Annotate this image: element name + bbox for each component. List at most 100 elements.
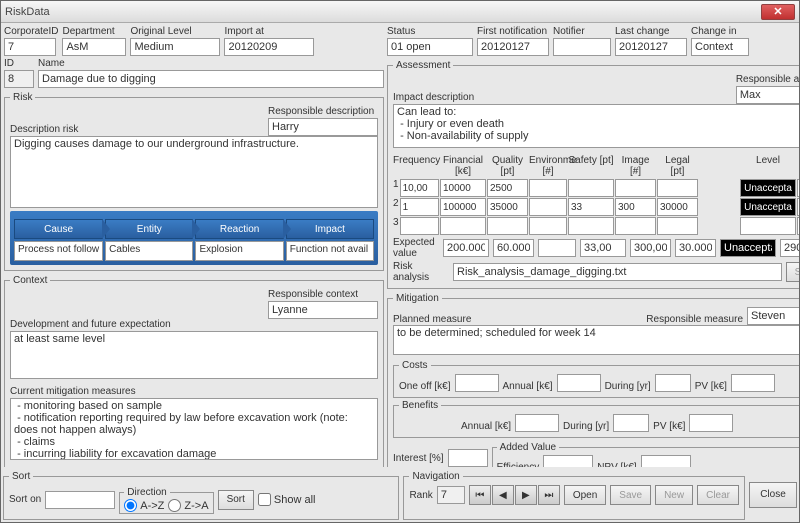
r2-mon[interactable] bbox=[797, 198, 799, 216]
cause-header: Cause bbox=[14, 219, 103, 239]
r1-legal[interactable] bbox=[657, 179, 698, 197]
r1-fin[interactable] bbox=[440, 179, 486, 197]
import-at-input[interactable] bbox=[224, 38, 314, 56]
oneoff-label: One off [k€] bbox=[399, 381, 451, 392]
radio-za[interactable]: Z->A bbox=[168, 499, 208, 512]
close-button[interactable]: Close bbox=[749, 482, 797, 508]
during-cost-input[interactable] bbox=[655, 374, 691, 392]
efficiency-input[interactable] bbox=[543, 455, 593, 467]
col-safety: Safety [pt] bbox=[568, 154, 614, 178]
nav-next-icon[interactable]: ▶ bbox=[515, 485, 537, 505]
reaction-input[interactable]: Explosion bbox=[195, 241, 283, 261]
r2-env[interactable] bbox=[529, 198, 567, 216]
desc-risk-text[interactable]: Digging causes damage to our underground… bbox=[10, 136, 378, 208]
exp-img[interactable] bbox=[630, 239, 671, 257]
pv-cost-input[interactable] bbox=[731, 374, 775, 392]
clear-button[interactable]: Clear bbox=[697, 485, 739, 505]
new-button[interactable]: New bbox=[655, 485, 693, 505]
entity-input[interactable]: Cables bbox=[105, 241, 193, 261]
exp-env[interactable] bbox=[538, 239, 576, 257]
r1-img[interactable] bbox=[615, 179, 656, 197]
dev-expect-text[interactable]: at least same level bbox=[10, 331, 378, 379]
reaction-header: Reaction bbox=[195, 219, 283, 239]
sort-on-input[interactable] bbox=[45, 491, 115, 509]
nav-prev-icon[interactable]: ◀ bbox=[492, 485, 514, 505]
original-level-input[interactable] bbox=[130, 38, 220, 56]
corporateid-input[interactable] bbox=[4, 38, 56, 56]
during-ben-input[interactable] bbox=[613, 414, 649, 432]
r3-saf[interactable] bbox=[568, 217, 614, 235]
r1-mon[interactable] bbox=[797, 179, 799, 197]
last-change-input[interactable] bbox=[615, 38, 687, 56]
annual-ben-input[interactable] bbox=[515, 414, 559, 432]
close-icon[interactable]: ✕ bbox=[761, 4, 795, 20]
annual-cost-input[interactable] bbox=[557, 374, 601, 392]
nav-last-icon[interactable]: ⏭ bbox=[538, 485, 560, 505]
interest-input[interactable] bbox=[448, 449, 488, 467]
oneoff-input[interactable] bbox=[455, 374, 499, 392]
r1-qual[interactable] bbox=[487, 179, 528, 197]
resp-assess-input[interactable] bbox=[736, 86, 799, 104]
radio-az[interactable]: A->Z bbox=[124, 499, 164, 512]
planned-measure-text[interactable]: to be determined; scheduled for week 14 bbox=[393, 325, 799, 355]
risk-analysis-input[interactable] bbox=[453, 263, 782, 281]
name-input[interactable] bbox=[38, 70, 384, 88]
impact-input[interactable]: Function not avail bbox=[286, 241, 374, 261]
r1-saf[interactable] bbox=[568, 179, 614, 197]
r1-env[interactable] bbox=[529, 179, 567, 197]
sort-group: Sort Sort on Direction A->Z Z->A Sort Sh… bbox=[3, 471, 399, 520]
department-input[interactable] bbox=[62, 38, 126, 56]
mitigation-group: Mitigation Planned measure Responsible m… bbox=[387, 293, 799, 467]
expected-value-label: Expected value bbox=[393, 237, 439, 259]
show-all-checkbox[interactable]: Show all bbox=[258, 493, 316, 506]
r2-qual[interactable] bbox=[487, 198, 528, 216]
r2-freq[interactable] bbox=[400, 198, 439, 216]
col-quality: Quality [pt] bbox=[487, 154, 528, 178]
exp-qual[interactable] bbox=[493, 239, 534, 257]
first-notif-input[interactable] bbox=[477, 38, 549, 56]
pv-ben-input[interactable] bbox=[689, 414, 733, 432]
cur-mitig-text[interactable]: - monitoring based on sample - notificat… bbox=[10, 398, 378, 460]
id-input bbox=[4, 70, 34, 88]
resp-context-input[interactable] bbox=[268, 301, 378, 319]
select-file-button[interactable]: Select file bbox=[786, 262, 799, 282]
r3-qual[interactable] bbox=[487, 217, 528, 235]
impact-header: Impact bbox=[286, 219, 374, 239]
sort-button[interactable]: Sort bbox=[218, 490, 254, 510]
r3-env[interactable] bbox=[529, 217, 567, 235]
open-button[interactable]: Open bbox=[564, 485, 606, 505]
change-in-input[interactable] bbox=[691, 38, 749, 56]
col-image: Image [#] bbox=[615, 154, 656, 178]
nav-first-icon[interactable]: ⏮ bbox=[469, 485, 491, 505]
exp-saf[interactable] bbox=[580, 239, 626, 257]
exp-mon[interactable] bbox=[780, 239, 799, 257]
resp-measure-input[interactable] bbox=[747, 307, 799, 325]
exp-legal[interactable] bbox=[675, 239, 716, 257]
notifier-input[interactable] bbox=[553, 38, 611, 56]
col-legal: Legal [pt] bbox=[657, 154, 698, 178]
r3-fin[interactable] bbox=[440, 217, 486, 235]
r3-legal[interactable] bbox=[657, 217, 698, 235]
cause-input[interactable]: Process not follow bbox=[14, 241, 103, 261]
npv-input[interactable] bbox=[641, 455, 691, 467]
pv-ben-label: PV [k€] bbox=[653, 421, 685, 432]
save-button[interactable]: Save bbox=[610, 485, 651, 505]
r2-saf[interactable] bbox=[568, 198, 614, 216]
col-financial: Financial [k€] bbox=[440, 154, 486, 178]
status-input[interactable] bbox=[387, 38, 473, 56]
annual-cost-label: Annual [k€] bbox=[503, 381, 553, 392]
impact-desc-text[interactable]: Can lead to: - Injury or even death - No… bbox=[393, 104, 799, 148]
r3-level[interactable] bbox=[740, 217, 796, 235]
r3-freq[interactable] bbox=[400, 217, 439, 235]
r3-mon[interactable] bbox=[797, 217, 799, 235]
r3-img[interactable] bbox=[615, 217, 656, 235]
r2-legal[interactable] bbox=[657, 198, 698, 216]
r2-img[interactable] bbox=[615, 198, 656, 216]
r1-freq[interactable] bbox=[400, 179, 439, 197]
exp-fin[interactable] bbox=[443, 239, 489, 257]
npv-label: NPV [k€] bbox=[597, 462, 636, 467]
col-environme: Environme [#] bbox=[529, 154, 567, 178]
r2-fin[interactable] bbox=[440, 198, 486, 216]
resp-desc-input[interactable] bbox=[268, 118, 378, 136]
rank-label: Rank bbox=[409, 490, 432, 501]
